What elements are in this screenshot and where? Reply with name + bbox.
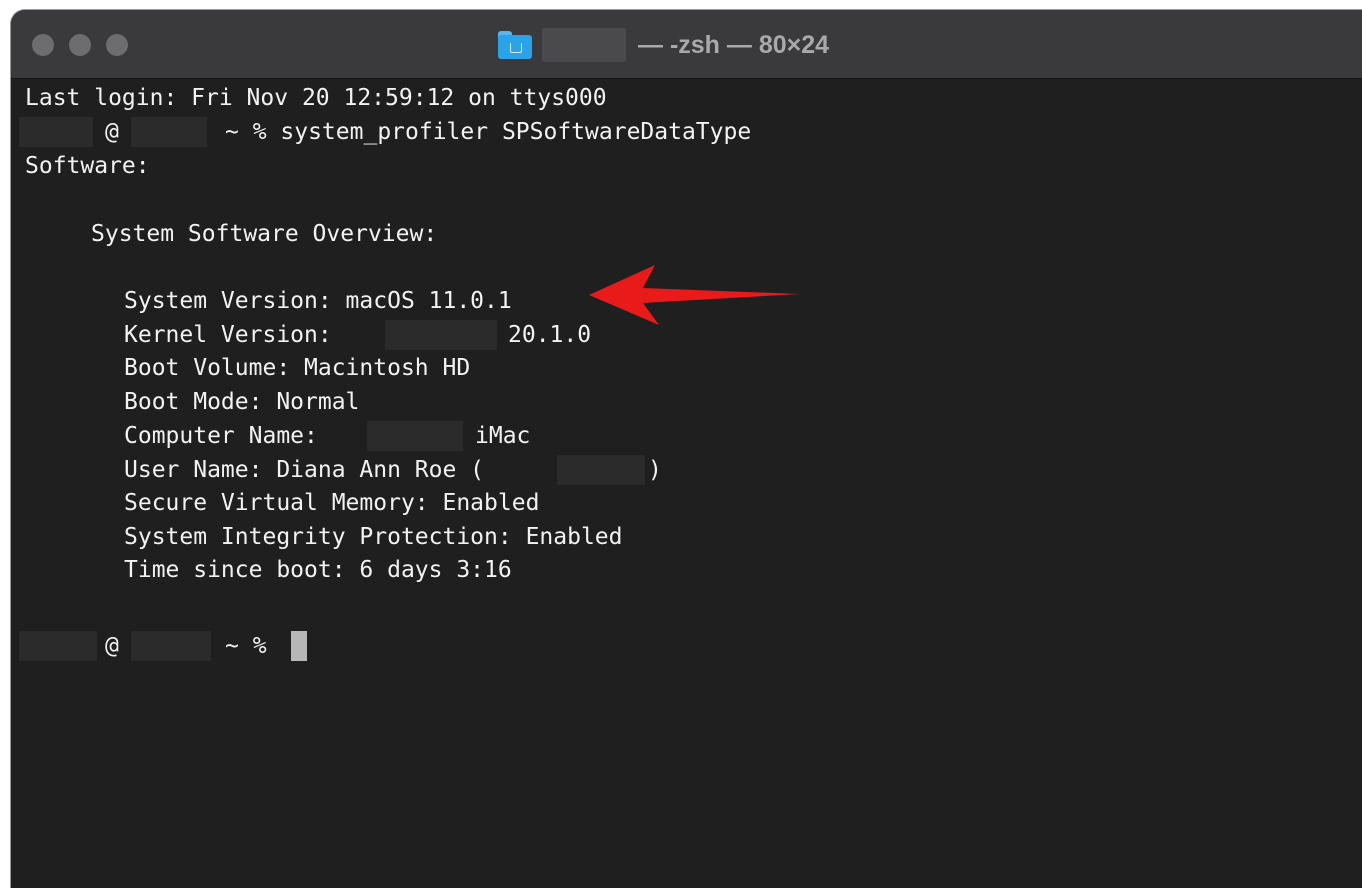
folder-icon [498, 31, 532, 59]
redacted-username [542, 28, 626, 62]
window-title: — -zsh — 80×24 [638, 30, 830, 59]
redacted-username [19, 631, 97, 661]
user-name-label: User Name: Diana Ann Roe ( [124, 457, 485, 483]
title-bar[interactable]: — -zsh — 80×24 [11, 10, 1362, 79]
minimize-window-button[interactable] [69, 34, 91, 56]
command-line: ~ % system_profiler SPSoftwareDataType [225, 119, 752, 145]
close-window-button[interactable] [32, 34, 54, 56]
secure-memory-line: Secure Virtual Memory: Enabled [124, 490, 540, 516]
zoom-window-button[interactable] [106, 34, 128, 56]
boot-mode-line: Boot Mode: Normal [124, 389, 360, 415]
computer-name-label: Computer Name: [124, 423, 318, 449]
redacted-computer-name [367, 421, 463, 451]
redacted-hostname [131, 117, 207, 147]
boot-volume-line: Boot Volume: Macintosh HD [124, 355, 471, 381]
redacted-hostname [131, 631, 211, 661]
system-version-line: System Version: macOS 11.0.1 [124, 288, 512, 314]
last-login-line: Last login: Fri Nov 20 12:59:12 on ttys0… [25, 85, 607, 111]
arrow-shape [589, 265, 800, 325]
user-name-close-paren: ) [648, 457, 662, 483]
prompt-at-sign: @ [105, 119, 119, 145]
overview-header: System Software Overview: [91, 221, 438, 247]
terminal-window: — -zsh — 80×24 Last login: Fri Nov 20 12… [11, 10, 1362, 888]
sip-line: System Integrity Protection: Enabled [124, 524, 623, 550]
prompt-at-sign: @ [105, 633, 119, 659]
terminal-output[interactable]: Last login: Fri Nov 20 12:59:12 on ttys0… [11, 79, 1362, 888]
text-cursor [291, 631, 307, 661]
redacted-username [19, 117, 93, 147]
final-prompt: ~ % [225, 633, 267, 659]
time-since-boot-line: Time since boot: 6 days 3:16 [124, 557, 512, 583]
kernel-version-value: 20.1.0 [508, 322, 592, 348]
kernel-version-label: Kernel Version: [124, 322, 332, 348]
computer-name-value: iMac [475, 423, 531, 449]
redacted-kernel-name [385, 320, 497, 350]
window-title-group: — -zsh — 80×24 [498, 28, 829, 62]
red-arrow-annotation [589, 265, 800, 325]
redacted-short-name [557, 455, 645, 485]
software-header: Software: [25, 153, 150, 179]
